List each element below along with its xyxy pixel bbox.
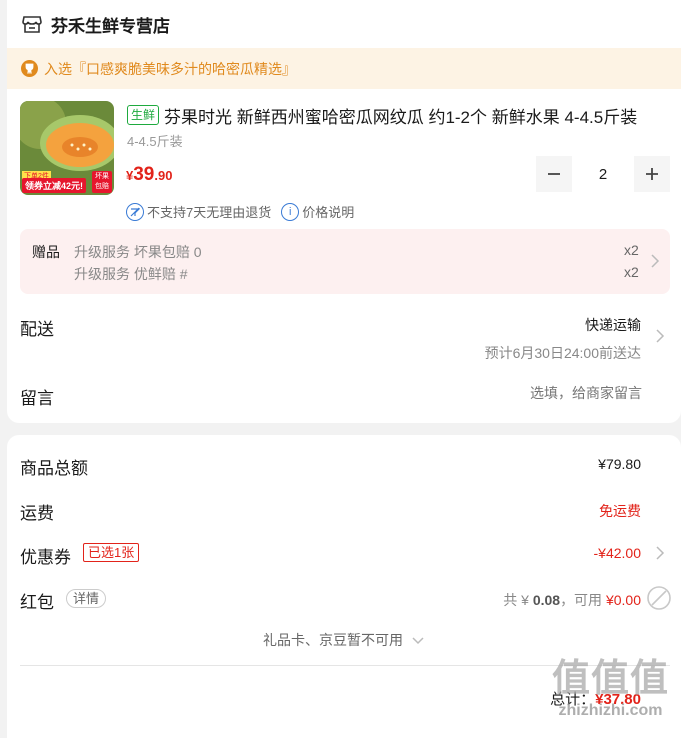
no-return-text[interactable]: 不支持7天无理由退货 (147, 202, 271, 221)
product-title[interactable]: 芬果时光 新鲜西州蜜哈密瓜网纹瓜 约1-2个 新鲜水果 4-4.5斤装 (164, 103, 674, 128)
product-policies: 不支持7天无理由退货 i 价格说明 (126, 202, 354, 221)
product-price: ¥39.90 (126, 164, 172, 186)
chevron-right-icon[interactable] (655, 328, 665, 344)
giftcard-text: 礼品卡、京豆暂不可用 (263, 632, 404, 648)
coupon-selected-badge[interactable]: 已选1张 (83, 543, 140, 562)
store-name: 芬禾生鲜专营店 (51, 16, 170, 36)
redpacket-total-prefix: 共 ¥ (503, 592, 533, 608)
redpacket-usable: ¥0.00 (605, 592, 641, 608)
quantity-value[interactable]: 2 (574, 156, 632, 192)
redpacket-total: 0.08 (532, 592, 561, 608)
watermark: 值值值 zhizhizhi.com (552, 656, 669, 720)
promo-text: 入选『口感爽脆美味多汁的哈密瓜精选』 (44, 60, 296, 77)
goods-total-label: 商品总额 (20, 459, 88, 478)
no-return-icon (126, 202, 144, 221)
price-decimal: .90 (154, 168, 173, 183)
chevron-right-icon[interactable] (655, 545, 665, 561)
plus-icon (646, 168, 658, 180)
gift-section[interactable]: 赠品 升级服务 坏果包赔 0 x2 升级服务 优鲜赔 # x2 (20, 229, 670, 294)
order-store-card: 芬禾生鲜专营店 入选『口感爽脆美味多汁的哈密瓜精选』 下单2件 领券立减42元!… (7, 0, 681, 423)
product-spec[interactable]: 4-4.5斤装 (127, 131, 183, 150)
goods-total-value: ¥79.80 (598, 456, 641, 472)
promo-banner[interactable]: 入选『口感爽脆美味多汁的哈密瓜精选』 (7, 48, 681, 89)
gift-label: 赠品 (32, 244, 60, 260)
decrease-button[interactable] (536, 156, 572, 192)
gift-item: 升级服务 优鲜赔 # (74, 266, 188, 282)
thumb-coupon-label: 领券立减42元! (22, 178, 87, 193)
gift-item: 升级服务 坏果包赔 0 (74, 244, 202, 260)
redpacket-balance: 共 ¥ 0.08，可用 ¥0.00 (503, 590, 641, 610)
thumb-badge: 坏果包赔 (92, 171, 112, 193)
delivery-label: 配送 (20, 320, 54, 339)
price-integer: 39 (133, 164, 155, 185)
note-label: 留言 (20, 389, 54, 408)
store-header[interactable]: 芬禾生鲜专营店 (7, 0, 681, 48)
disabled-icon[interactable] (646, 585, 672, 611)
delivery-method[interactable]: 快递运输 (585, 315, 641, 335)
info-icon: i (281, 202, 300, 221)
trophy-icon (21, 60, 38, 77)
minus-icon (548, 173, 560, 175)
redpacket-label: 红包 (20, 593, 54, 612)
store-icon (22, 16, 42, 33)
fresh-tag: 生鲜 (127, 105, 160, 125)
gift-qty: x2 (624, 242, 639, 258)
shipping-label: 运费 (20, 504, 54, 523)
delivery-eta[interactable]: 预计6月30日24:00前送达 (485, 343, 641, 363)
quantity-stepper: 2 (536, 156, 670, 192)
product-thumbnail[interactable]: 下单2件 领券立减42元! 坏果包赔 (20, 101, 114, 195)
gift-qty: x2 (624, 264, 639, 280)
chevron-right-icon (651, 254, 660, 268)
watermark-site: zhizhizhi.com (558, 702, 663, 719)
chevron-down-icon (412, 637, 424, 645)
coupon-label: 优惠券 (20, 548, 71, 567)
giftcard-toggle[interactable]: 礼品卡、京豆暂不可用 (7, 630, 681, 650)
coupon-value[interactable]: -¥42.00 (594, 545, 641, 561)
watermark-logo: 值值值 (551, 658, 669, 700)
price-explain-link[interactable]: 价格说明 (302, 202, 354, 221)
redpacket-detail-button[interactable]: 详情 (66, 589, 107, 608)
redpacket-usable-prefix: ，可用 (560, 592, 606, 608)
note-input[interactable] (392, 385, 642, 401)
shipping-value: 免运费 (599, 503, 641, 519)
increase-button[interactable] (634, 156, 670, 192)
